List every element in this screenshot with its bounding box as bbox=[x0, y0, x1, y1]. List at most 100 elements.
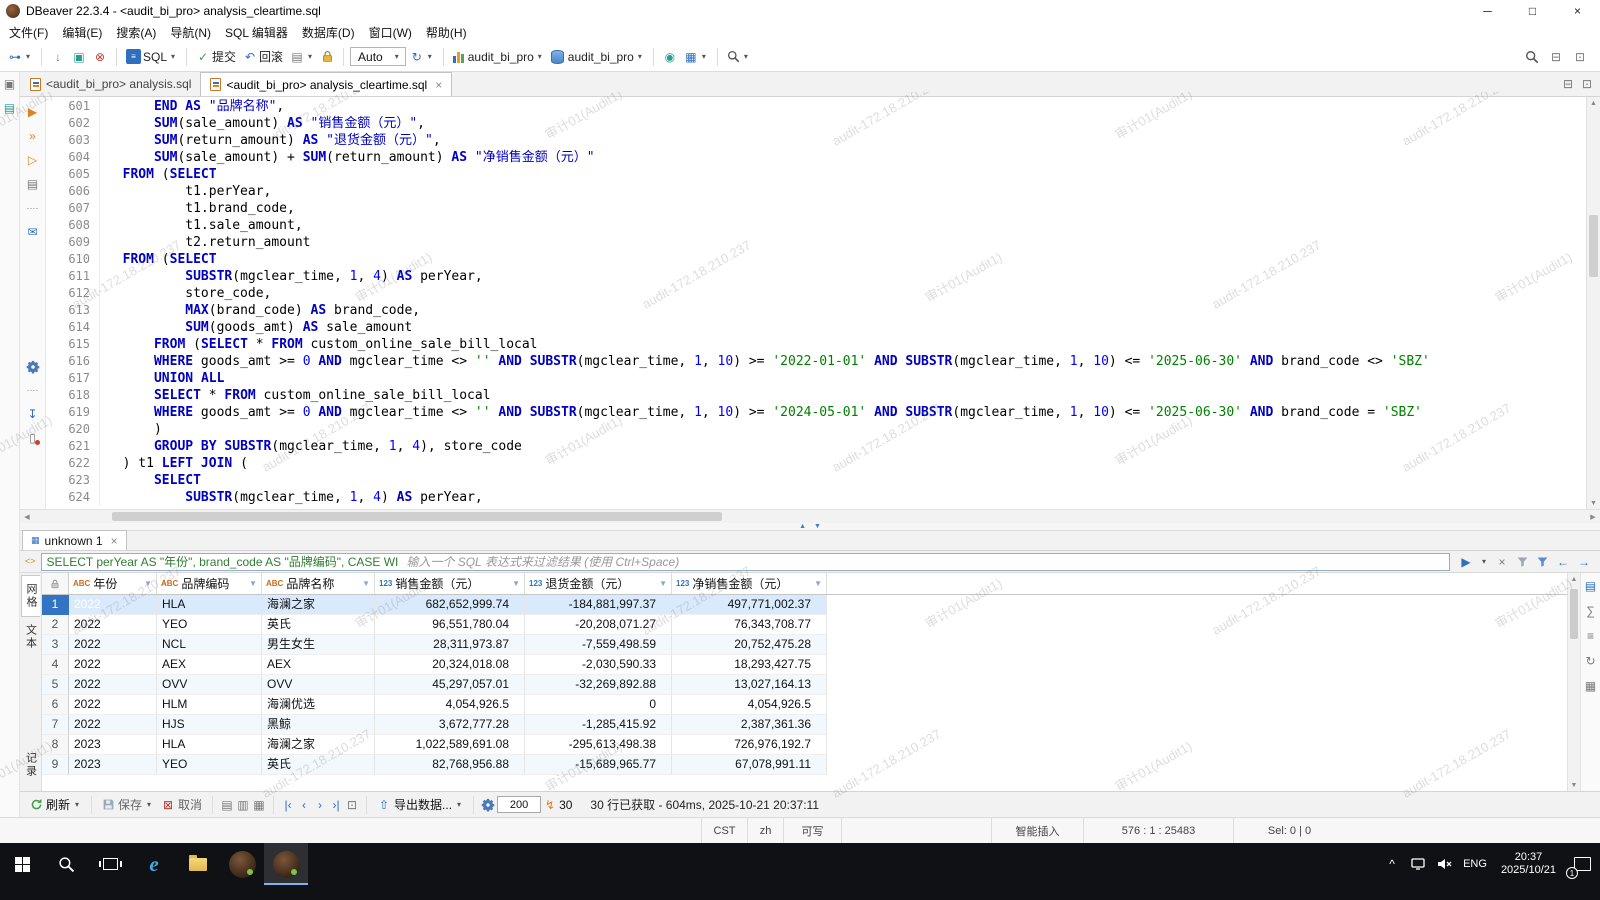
auto-refresh-dropdown[interactable]: ↻ ▾ bbox=[407, 47, 437, 67]
taskbar-search-button[interactable] bbox=[44, 843, 88, 885]
new-object-button[interactable]: ▣ bbox=[69, 47, 89, 67]
grid-cell[interactable]: 13,027,164.13 bbox=[672, 675, 827, 695]
column-header-0[interactable]: ABC年份▼ bbox=[69, 573, 157, 594]
gear-icon[interactable] bbox=[481, 798, 495, 812]
sash-down-icon[interactable]: ▼ bbox=[814, 523, 821, 530]
selection-indicator[interactable]: Sel: 0 | 0 bbox=[1233, 818, 1345, 843]
filter-caret-icon[interactable]: ▼ bbox=[249, 579, 257, 588]
grid-cell[interactable]: 18,293,427.75 bbox=[672, 655, 827, 675]
grid-cell[interactable]: 0 bbox=[525, 695, 672, 715]
tab-grid[interactable]: 网格 bbox=[21, 575, 40, 617]
refresh-panel-icon[interactable]: ↻ bbox=[1584, 653, 1598, 669]
code-line[interactable]: 623 SELECT bbox=[46, 472, 1586, 489]
filter-caret-icon[interactable]: ▼ bbox=[659, 579, 667, 588]
scrollbar-thumb[interactable] bbox=[1570, 589, 1578, 639]
row-number[interactable]: 1 bbox=[42, 595, 69, 615]
grid-cell[interactable]: HJS bbox=[157, 715, 262, 735]
grid-cell[interactable]: 2022 bbox=[69, 655, 157, 675]
history-forward-icon[interactable]: → bbox=[1577, 554, 1591, 570]
grid-cell[interactable]: 497,771,002.37 bbox=[672, 595, 827, 615]
tab-analysis-sql[interactable]: <audit_bi_pro> analysis.sql bbox=[21, 72, 200, 96]
code-line[interactable]: 618 SELECT * FROM custom_online_sale_bil… bbox=[46, 387, 1586, 404]
maximize-button[interactable]: □ bbox=[1510, 0, 1555, 22]
grid-cell[interactable]: 海澜优选 bbox=[262, 695, 375, 715]
database-combo[interactable]: audit_bi_pro ▾ bbox=[450, 47, 547, 67]
scrollbar-thumb[interactable] bbox=[112, 512, 722, 521]
database-navigator-icon[interactable]: ▤ bbox=[3, 100, 17, 116]
grid-cell[interactable]: -20,208,071.27 bbox=[525, 615, 672, 635]
internet-explorer-button[interactable]: e bbox=[132, 843, 176, 885]
grid-panel-icon[interactable]: ▦ bbox=[1584, 678, 1598, 694]
grid-cell[interactable]: 2,387,361.36 bbox=[672, 715, 827, 735]
grid-cell[interactable]: 2023 bbox=[69, 735, 157, 755]
app-button-1[interactable] bbox=[220, 843, 264, 885]
grid-cell[interactable]: -7,559,498.59 bbox=[525, 635, 672, 655]
first-row-icon[interactable]: |‹ bbox=[281, 797, 295, 813]
grid-cell[interactable]: -32,269,892.88 bbox=[525, 675, 672, 695]
code-line[interactable]: 620 ) bbox=[46, 421, 1586, 438]
scroll-left-icon[interactable]: ◀ bbox=[20, 510, 34, 523]
history-back-icon[interactable]: ← bbox=[1556, 554, 1570, 570]
execute-statement-icon[interactable]: ▶ bbox=[26, 104, 40, 120]
code-line[interactable]: 610 FROM (SELECT bbox=[46, 251, 1586, 268]
filter-caret-icon[interactable]: ▼ bbox=[144, 579, 152, 588]
presentation-dropdown[interactable]: ▦ ▾ bbox=[681, 47, 711, 67]
app-button-2-active[interactable] bbox=[264, 843, 308, 885]
commit-mode-button[interactable]: ◉ bbox=[660, 47, 680, 67]
language-indicator[interactable]: zh bbox=[747, 818, 783, 843]
timezone-indicator[interactable]: CST bbox=[701, 818, 747, 843]
menu-navigate[interactable]: 导航(N) bbox=[163, 22, 218, 43]
grid-cell[interactable]: 2022 bbox=[69, 635, 157, 655]
grid-cell[interactable]: OVV bbox=[262, 675, 375, 695]
filter-input[interactable]: SELECT perYear AS "年份", brand_code AS "品… bbox=[41, 553, 1450, 571]
refresh-button[interactable]: 刷新 ▾ bbox=[27, 795, 84, 814]
grid-cell[interactable]: 英氏 bbox=[262, 755, 375, 775]
close-tab-icon[interactable]: × bbox=[435, 78, 442, 92]
code-line[interactable]: 603 SUM(return_amount) AS "退货金额（元）", bbox=[46, 132, 1586, 149]
grid-cell[interactable]: 4,054,926.5 bbox=[375, 695, 525, 715]
results-tab-unknown1[interactable]: ▦ unknown 1 × bbox=[22, 530, 127, 550]
filter-caret-icon[interactable]: ▼ bbox=[814, 579, 822, 588]
chevron-down-icon[interactable]: ▾ bbox=[1480, 554, 1488, 570]
save-button[interactable]: 保存 ▾ bbox=[99, 795, 156, 814]
rollback-button[interactable]: ↶ 回滚 bbox=[240, 46, 286, 67]
sql-editor-dropdown[interactable]: ≡ SQL ▾ bbox=[123, 47, 180, 67]
grid-cell[interactable]: -295,613,498.38 bbox=[525, 735, 672, 755]
code-line[interactable]: 614 SUM(goods_amt) AS sale_amount bbox=[46, 319, 1586, 336]
grid-cell[interactable]: 3,672,777.28 bbox=[375, 715, 525, 735]
keyboard-language-indicator[interactable]: ENG bbox=[1457, 858, 1493, 870]
grid-cell[interactable]: 英氏 bbox=[262, 615, 375, 635]
grid-cell[interactable]: 45,297,057.01 bbox=[375, 675, 525, 695]
taskbar-clock[interactable]: 20:37 2025/10/21 bbox=[1493, 851, 1564, 877]
code-line[interactable]: 609 t2.return_amount bbox=[46, 234, 1586, 251]
row-number[interactable]: 7 bbox=[42, 715, 69, 735]
abort-button[interactable]: ⊗ bbox=[90, 47, 110, 67]
lock-button[interactable] bbox=[318, 48, 337, 65]
delete-row-icon[interactable]: ▦ bbox=[252, 797, 266, 813]
edit-filter-icon[interactable] bbox=[1516, 555, 1529, 568]
column-header-4[interactable]: 123退货金额（元）▼ bbox=[525, 573, 672, 594]
code-line[interactable]: 601 END AS "品牌名称", bbox=[46, 98, 1586, 115]
code-line[interactable]: 606 t1.perYear, bbox=[46, 183, 1586, 200]
tab-analysis-cleartime-sql[interactable]: <audit_bi_pro> analysis_cleartime.sql × bbox=[200, 72, 452, 96]
code-line[interactable]: 616 WHERE goods_amt >= 0 AND mgclear_tim… bbox=[46, 353, 1586, 370]
menu-file[interactable]: 文件(F) bbox=[2, 22, 55, 43]
grid-cell[interactable]: YEO bbox=[157, 755, 262, 775]
code-line[interactable]: 615 FROM (SELECT * FROM custom_online_sa… bbox=[46, 336, 1586, 353]
value-panel-icon[interactable]: ▤ bbox=[1584, 578, 1598, 594]
grid-cell[interactable]: 2023 bbox=[69, 755, 157, 775]
code-line[interactable]: 602 SUM(sale_amount) AS "销售金额（元）", bbox=[46, 115, 1586, 132]
grid-cell[interactable]: HLA bbox=[157, 595, 262, 615]
metadata-panel-icon[interactable]: ≡ bbox=[1584, 628, 1598, 644]
code-line[interactable]: 617 UNION ALL bbox=[46, 370, 1586, 387]
caret-position-indicator[interactable]: 576 : 1 : 25483 bbox=[1083, 818, 1233, 843]
task-view-button[interactable] bbox=[88, 843, 132, 885]
grid-cell[interactable]: 海澜之家 bbox=[262, 735, 375, 755]
speaker-muted-icon[interactable] bbox=[1431, 843, 1457, 885]
cancel-button[interactable]: ⊠ 取消 bbox=[158, 795, 205, 814]
transaction-log-dropdown[interactable]: ▤ ▾ bbox=[287, 47, 317, 67]
grid-corner[interactable] bbox=[42, 573, 69, 594]
grid-cell[interactable]: 海澜之家 bbox=[262, 595, 375, 615]
autocommit-dropdown[interactable]: Auto ▾ bbox=[350, 47, 406, 66]
scrollbar-thumb[interactable] bbox=[1589, 215, 1598, 277]
